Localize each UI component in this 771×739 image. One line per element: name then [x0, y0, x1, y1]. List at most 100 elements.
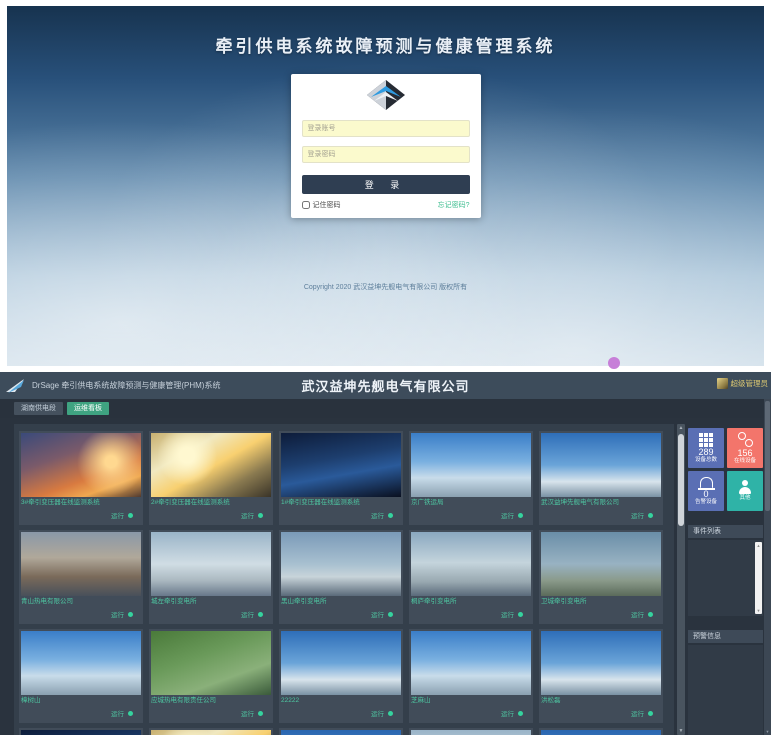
username-input[interactable] [302, 120, 470, 137]
user-avatar [717, 378, 728, 389]
user-menu[interactable]: 超级管理员 [717, 378, 769, 389]
stat-tile[interactable]: 289 设备总数 [688, 428, 724, 468]
station-card[interactable]: 城左牵引变电所 运行 [149, 530, 273, 624]
station-card[interactable]: 1#牵引变压器在线监测系统 运行 [279, 431, 403, 525]
station-status: 运行 [151, 509, 271, 521]
status-dot-icon [128, 513, 133, 518]
status-dot-icon [518, 711, 523, 716]
station-card[interactable]: 樟树山 运行 [19, 629, 143, 723]
status-label: 运行 [631, 510, 644, 520]
login-card: 登 录 记住密码 忘记密码? [291, 74, 481, 218]
station-thumbnail [151, 730, 271, 735]
status-dot-icon [128, 612, 133, 617]
status-dot-icon [648, 513, 653, 518]
stat-label: 其他 [739, 495, 750, 502]
station-status: 运行 [21, 608, 141, 620]
station-name: 1#牵引变压器在线监测系统 [281, 497, 401, 509]
scroll-up-icon[interactable]: ▲ [755, 542, 762, 549]
station-card[interactable]: 武汉益坤先舰电气有限公司 运行 [539, 431, 663, 525]
grid-scrollbar[interactable]: ▲ ▼ [677, 424, 685, 735]
forgot-password-link[interactable]: 忘记密码? [438, 200, 470, 210]
station-status: 运行 [541, 608, 661, 620]
station-card-grid: 3#牵引变压器在线监测系统 运行 2#牵引变压器在线监测系统 运行 1#牵引变压… [14, 424, 674, 735]
stat-tile[interactable]: 0 告警设备 [688, 471, 724, 511]
station-card[interactable] [149, 728, 273, 735]
stat-label: 在线设备 [734, 458, 756, 465]
remember-password-checkbox[interactable]: 记住密码 [302, 200, 341, 210]
login-options-row: 记住密码 忘记密码? [302, 199, 470, 211]
station-card[interactable]: 京广铁运局 运行 [409, 431, 533, 525]
station-thumbnail [281, 433, 401, 497]
app-logo-icon [6, 378, 26, 394]
station-thumbnail [21, 532, 141, 596]
station-thumbnail [21, 433, 141, 497]
remember-checkbox-input[interactable] [302, 201, 310, 209]
station-name: 洪松磊 [541, 695, 661, 707]
tab-bar: 湖南供电段 运维看板 [0, 399, 771, 418]
status-dot-icon [518, 513, 523, 518]
station-card[interactable]: 22222 运行 [279, 629, 403, 723]
stat-tile[interactable]: 156 在线设备 [727, 428, 763, 468]
station-card[interactable]: 桐庐牵引变电所 运行 [409, 530, 533, 624]
scroll-down-icon[interactable]: ▼ [677, 727, 685, 735]
station-thumbnail [541, 532, 661, 596]
event-list-scrollbar[interactable]: ▲ ▼ [755, 542, 762, 614]
stat-tiles: 289 设备总数 156 在线设备 0 告警设备 其他 [688, 424, 763, 511]
user-name: 超级管理员 [731, 378, 769, 389]
remember-label: 记住密码 [313, 200, 341, 210]
station-card[interactable]: 芝麻山 运行 [409, 629, 533, 723]
station-status: 运行 [411, 509, 531, 521]
login-button[interactable]: 登 录 [302, 175, 470, 194]
password-input[interactable] [302, 146, 470, 163]
page-scrollbar[interactable]: ▼ [764, 399, 771, 735]
station-card[interactable]: 2#牵引变压器在线监测系统 运行 [149, 431, 273, 525]
stat-tile[interactable]: 其他 [727, 471, 763, 511]
station-card[interactable] [279, 728, 403, 735]
stat-tile-icon [700, 477, 713, 488]
scroll-up-icon[interactable]: ▲ [677, 424, 685, 432]
station-status: 运行 [21, 509, 141, 521]
station-card[interactable]: 应城热电有限责任公司 运行 [149, 629, 273, 723]
stat-value: 0 [703, 489, 708, 499]
station-thumbnail [541, 730, 661, 735]
station-card[interactable] [539, 728, 663, 735]
stat-label: 设备总数 [695, 457, 717, 464]
station-card[interactable] [409, 728, 533, 735]
stat-tile-icon [738, 480, 752, 494]
status-label: 运行 [371, 609, 384, 619]
station-thumbnail [411, 532, 531, 596]
station-thumbnail [151, 631, 271, 695]
station-status: 运行 [151, 608, 271, 620]
station-card[interactable]: 卫城牵引变电所 运行 [539, 530, 663, 624]
station-name: 城左牵引变电所 [151, 596, 271, 608]
status-label: 运行 [111, 510, 124, 520]
station-thumbnail [541, 433, 661, 497]
station-thumbnail [21, 631, 141, 695]
scroll-down-icon[interactable]: ▼ [755, 607, 762, 614]
station-status: 运行 [281, 608, 401, 620]
station-name: 2#牵引变压器在线监测系统 [151, 497, 271, 509]
scrollbar-thumb[interactable] [678, 434, 684, 526]
tab[interactable]: 湖南供电段 [14, 402, 63, 415]
dashboard-screen: DrSage 牵引供电系统故障预测与健康管理(PHM)系统 武汉益坤先舰电气有限… [0, 372, 771, 735]
station-card[interactable]: 黑山牵引变电所 运行 [279, 530, 403, 624]
status-label: 运行 [111, 708, 124, 718]
right-panel: 289 设备总数 156 在线设备 0 告警设备 其他 事件列表 ▲ ▼ 预警信… [688, 424, 763, 735]
status-label: 运行 [371, 708, 384, 718]
login-screen: 牵引供电系统故障预测与健康管理系统 登 录 记住密码 忘记密码? Copyrig… [7, 6, 764, 366]
scrollbar-thumb[interactable] [765, 401, 770, 511]
station-name: 应城热电有限责任公司 [151, 695, 271, 707]
station-card[interactable]: 3#牵引变压器在线监测系统 运行 [19, 431, 143, 525]
scroll-down-icon[interactable]: ▼ [764, 728, 771, 735]
page-title: 牵引供电系统故障预测与健康管理系统 [7, 32, 764, 57]
station-card[interactable] [19, 728, 143, 735]
events-section-title: 事件列表 [688, 525, 763, 538]
station-card[interactable]: 洪松磊 运行 [539, 629, 663, 723]
station-name: 22222 [281, 695, 401, 707]
station-card[interactable]: 青山热电有限公司 运行 [19, 530, 143, 624]
station-name: 青山热电有限公司 [21, 596, 141, 608]
station-thumbnail [281, 631, 401, 695]
tab[interactable]: 运维看板 [67, 402, 109, 415]
station-thumbnail [281, 532, 401, 596]
status-label: 运行 [501, 708, 514, 718]
